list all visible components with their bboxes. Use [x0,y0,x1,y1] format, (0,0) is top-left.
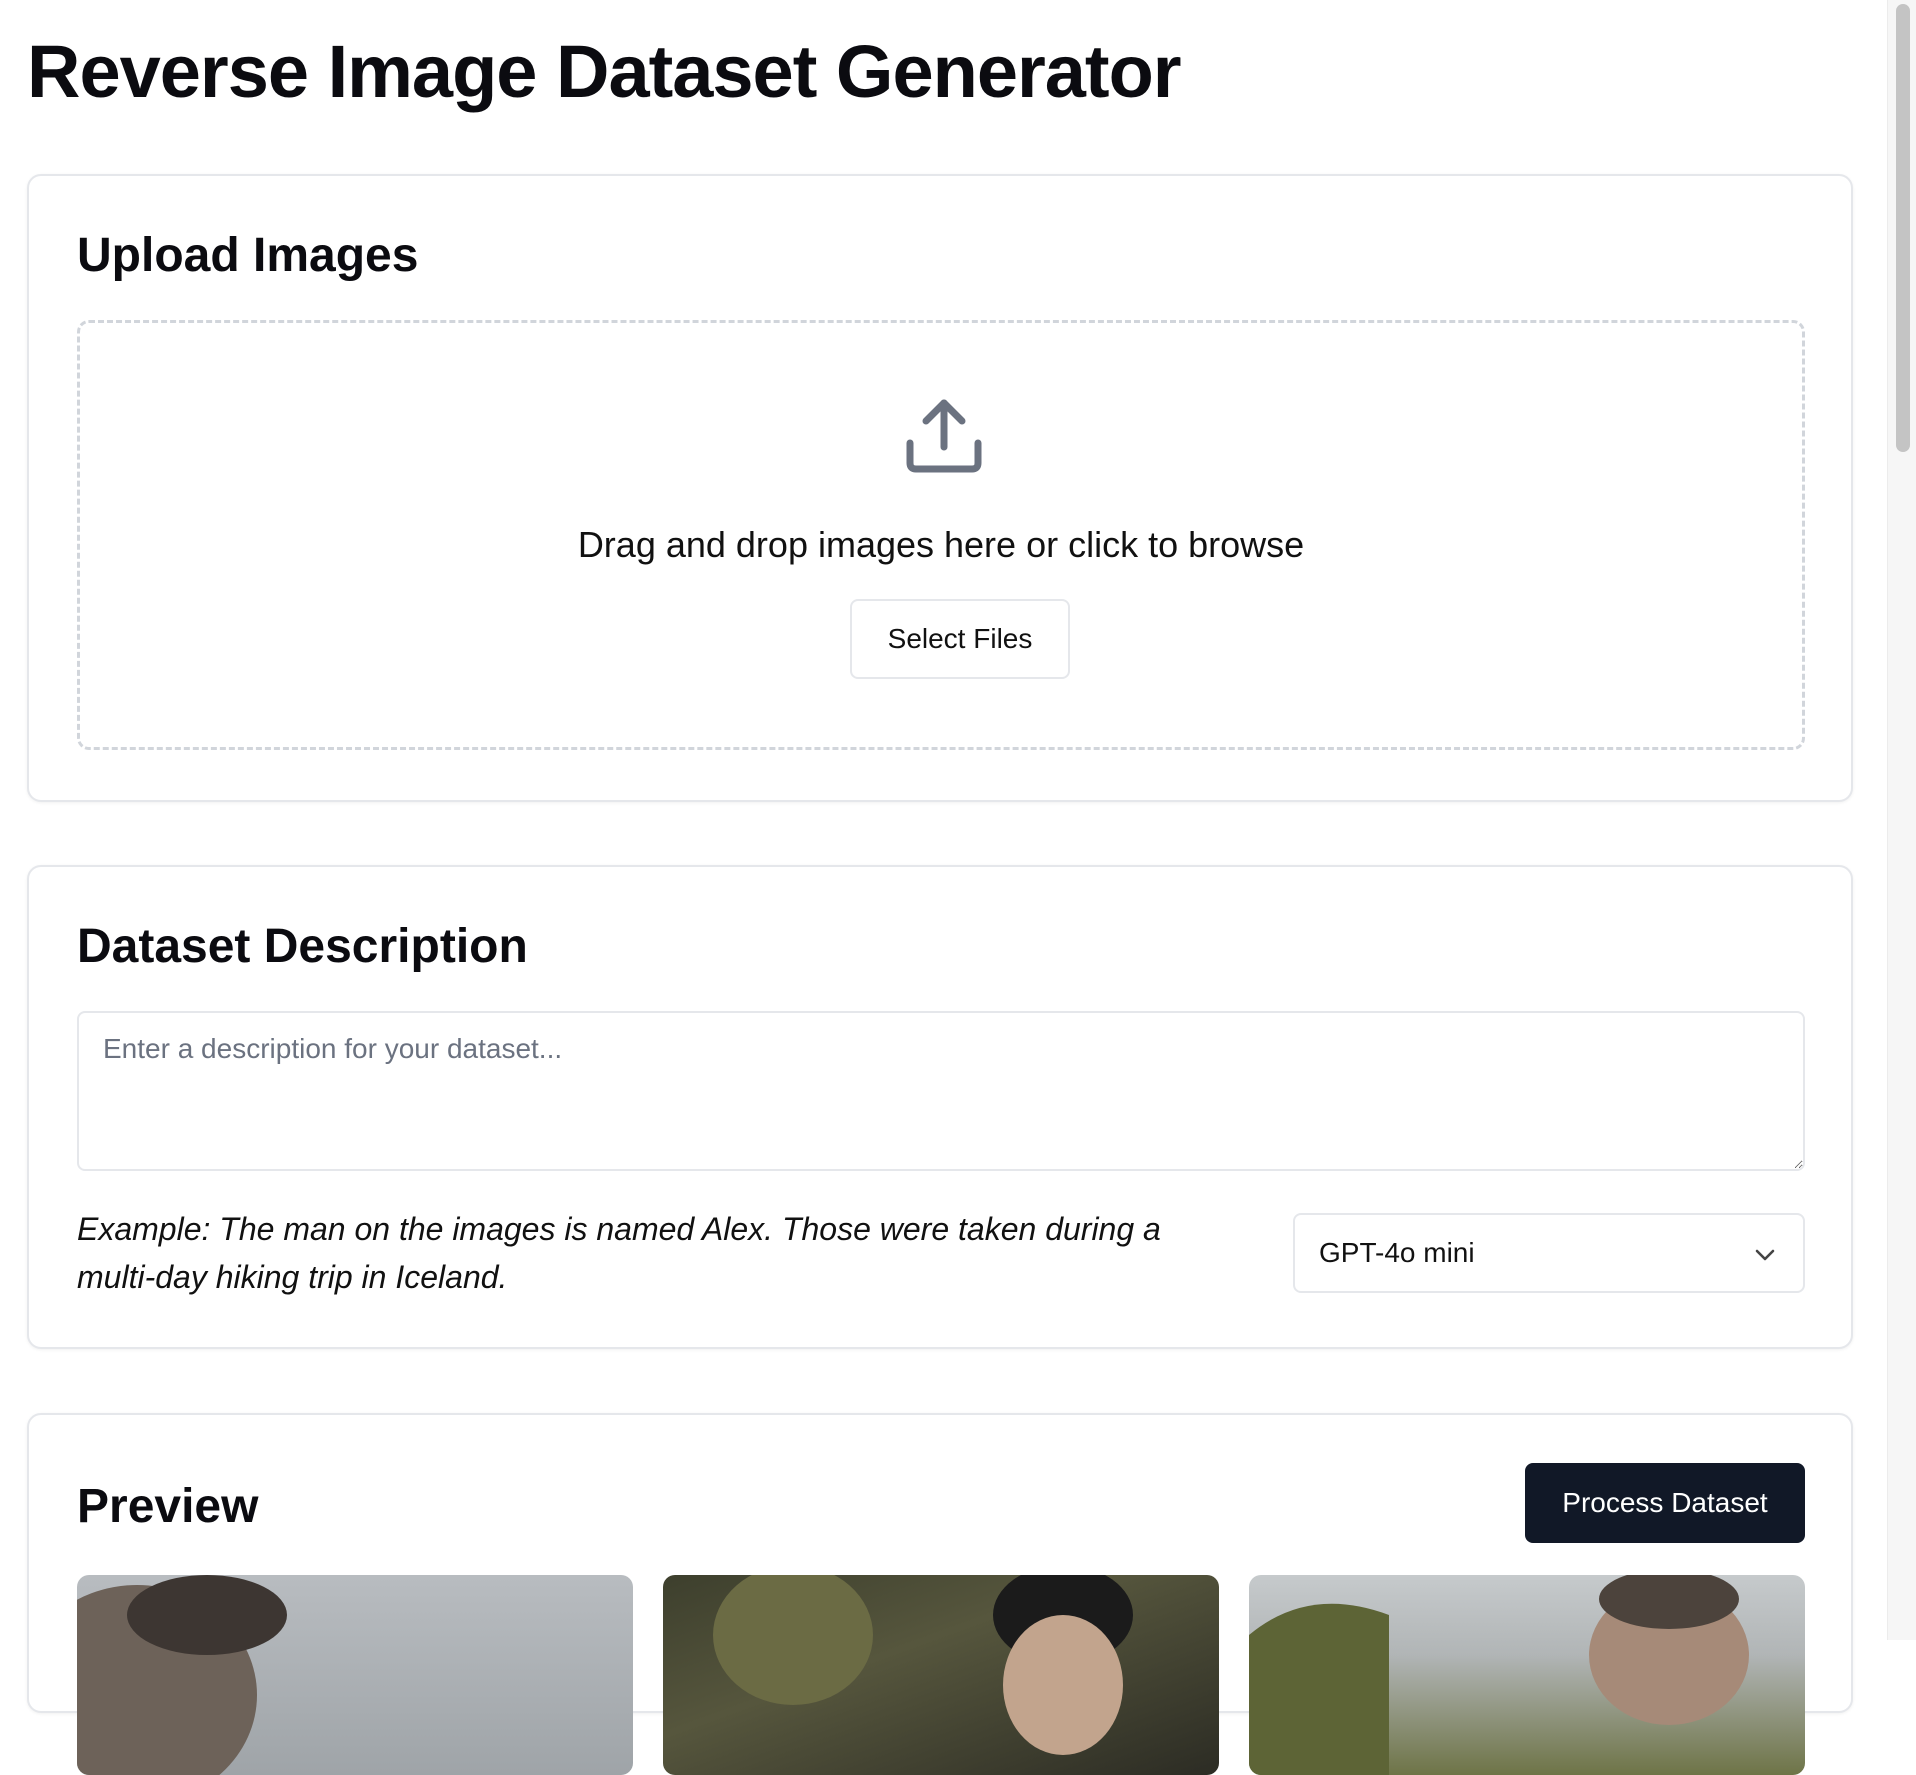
person-photo-icon [1249,1575,1749,1775]
preview-title: Preview [77,1480,259,1533]
dropzone[interactable]: Drag and drop images here or click to br… [77,320,1805,750]
chevron-down-icon [1755,1249,1775,1261]
preview-image[interactable] [77,1575,633,1775]
person-photo-icon [713,1575,1133,1755]
description-textarea[interactable] [77,1011,1805,1171]
person-photo-icon [77,1575,287,1775]
description-example: Example: The man on the images is named … [77,1211,1161,1295]
model-select[interactable]: GPT-4o mini [1293,1213,1805,1293]
upload-icon [906,399,982,473]
preview-image[interactable] [663,1575,1219,1775]
select-files-button[interactable]: Select Files [850,599,1070,679]
page-title: Reverse Image Dataset Generator [27,30,1182,113]
upload-title: Upload Images [77,229,419,282]
description-card: Dataset Description Example: The man on … [27,865,1853,1349]
upload-card: Upload Images Drag and drop images here … [27,174,1853,802]
preview-image[interactable] [1249,1575,1805,1775]
dropzone-text: Drag and drop images here or click to br… [577,524,1305,565]
model-select-value: GPT-4o mini [1319,1237,1475,1268]
scrollbar-thumb[interactable] [1896,4,1910,452]
description-title: Dataset Description [77,920,528,973]
scrollbar[interactable] [1887,0,1916,1640]
preview-card: Preview Process Dataset [27,1413,1853,1775]
process-dataset-button[interactable]: Process Dataset [1525,1463,1805,1543]
